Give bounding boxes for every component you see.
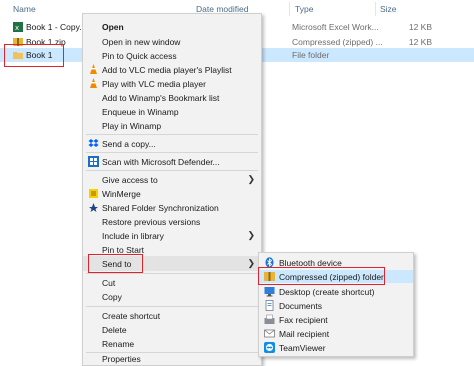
defender-shield-icon	[88, 156, 99, 167]
menu-item-vlc-play[interactable]: Play with VLC media player	[83, 76, 261, 91]
teamviewer-icon	[264, 342, 275, 353]
submenu-item-fax[interactable]: Fax recipient	[259, 313, 413, 326]
menu-separator	[86, 170, 258, 171]
sync-star-icon	[88, 202, 99, 213]
menu-separator	[86, 273, 258, 274]
menu-item-defender-scan[interactable]: Scan with Microsoft Defender...	[83, 154, 261, 169]
chevron-right-icon: ❯	[247, 174, 255, 184]
menu-item-winamp-enqueue[interactable]: Enqueue in Winamp	[83, 104, 261, 119]
vlc-cone-icon	[88, 78, 99, 89]
column-divider[interactable]	[289, 2, 290, 16]
excel-file-icon: x	[13, 22, 23, 32]
file-type: File folder	[292, 50, 330, 60]
chevron-right-icon: ❯	[247, 230, 255, 240]
menu-item-winamp-bookmark[interactable]: Add to Winamp's Bookmark list	[83, 90, 261, 105]
menu-item-open[interactable]: Open	[83, 19, 261, 34]
file-size: 12 KB	[408, 22, 432, 32]
menu-separator	[86, 152, 258, 153]
highlight-box	[4, 44, 64, 67]
context-menu: Open Open in new window Pin to Quick acc…	[82, 13, 262, 366]
menu-item-copy[interactable]: Copy	[83, 289, 261, 304]
submenu-item-teamviewer[interactable]: TeamViewer	[259, 341, 413, 354]
menu-separator	[86, 306, 258, 307]
menu-item-create-shortcut[interactable]: Create shortcut	[83, 308, 261, 323]
menu-item-include-library[interactable]: Include in library ❯	[83, 228, 261, 243]
file-type: Compressed (zipped) ...	[292, 37, 383, 47]
column-name[interactable]: Name	[13, 4, 36, 14]
dropbox-icon	[88, 138, 99, 149]
menu-item-shared-sync[interactable]: Shared Folder Synchronization	[83, 200, 261, 215]
column-divider[interactable]	[375, 2, 376, 16]
mail-icon	[264, 328, 275, 339]
svg-text:x: x	[15, 24, 19, 32]
menu-item-winamp-play[interactable]: Play in Winamp	[83, 118, 261, 133]
file-size: 12 KB	[408, 37, 432, 47]
vlc-cone-icon	[88, 64, 99, 75]
menu-separator	[86, 134, 258, 135]
menu-item-delete[interactable]: Delete	[83, 322, 261, 337]
highlight-box	[88, 254, 143, 273]
menu-item-pin-quick-access[interactable]: Pin to Quick access	[83, 48, 261, 63]
menu-item-restore-versions[interactable]: Restore previous versions	[83, 214, 261, 229]
submenu-item-desktop[interactable]: Desktop (create shortcut)	[259, 285, 413, 298]
highlight-box	[258, 267, 385, 285]
menu-item-properties[interactable]: Properties	[83, 351, 261, 366]
menu-item-vlc-playlist[interactable]: Add to VLC media player's Playlist	[83, 62, 261, 77]
fax-icon	[264, 314, 275, 325]
column-type[interactable]: Type	[295, 4, 313, 14]
column-size[interactable]: Size	[380, 4, 397, 14]
winmerge-icon	[88, 188, 99, 199]
desktop-icon	[264, 286, 275, 297]
submenu-item-documents[interactable]: Documents	[259, 299, 413, 312]
menu-item-cut[interactable]: Cut	[83, 275, 261, 290]
menu-item-open-new-window[interactable]: Open in new window	[83, 34, 261, 49]
chevron-right-icon: ❯	[247, 258, 255, 268]
file-type: Microsoft Excel Work...	[292, 22, 379, 32]
menu-item-winmerge[interactable]: WinMerge	[83, 186, 261, 201]
menu-item-send-copy[interactable]: Send a copy...	[83, 136, 261, 151]
submenu-item-mail[interactable]: Mail recipient	[259, 327, 413, 340]
documents-icon	[264, 300, 275, 311]
menu-item-rename[interactable]: Rename	[83, 336, 261, 351]
menu-item-give-access[interactable]: Give access to ❯	[83, 172, 261, 187]
